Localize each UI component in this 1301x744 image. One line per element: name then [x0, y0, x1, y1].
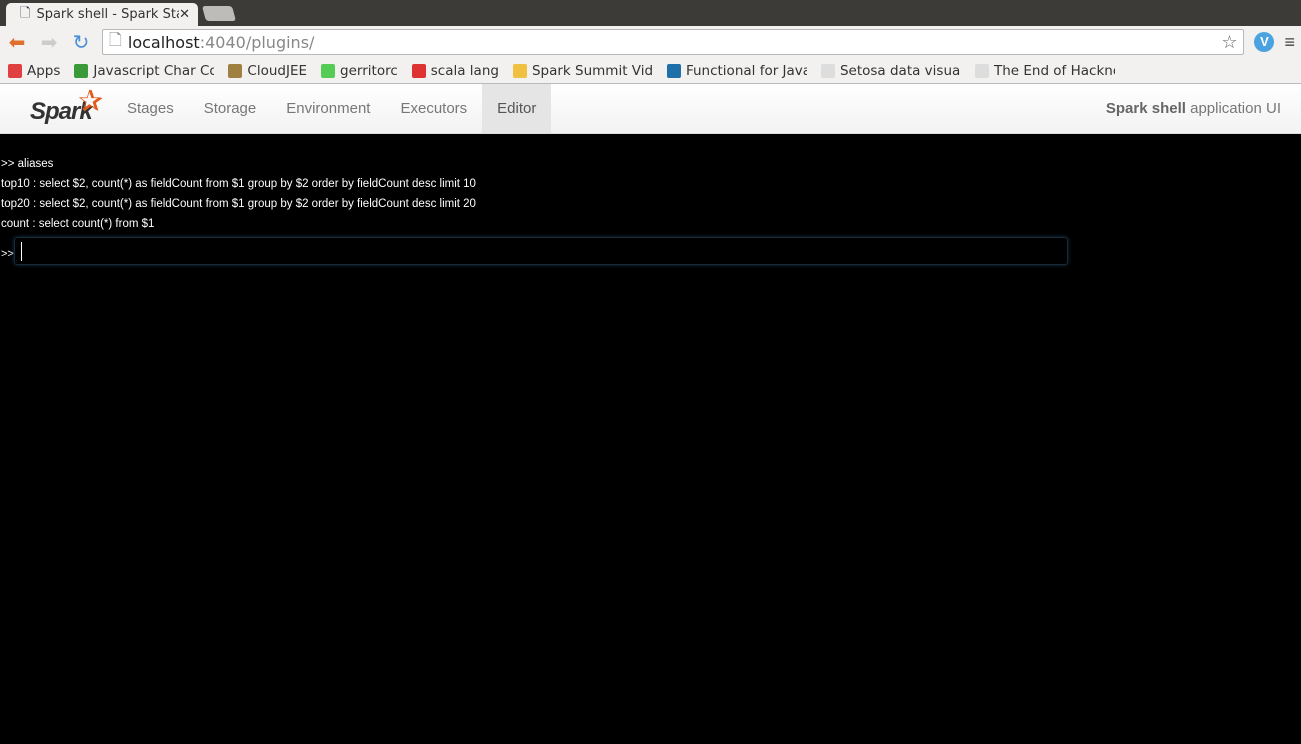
nav-tab-environment[interactable]: Environment	[271, 84, 385, 133]
bookmark-favicon-icon	[411, 63, 426, 78]
browser-tab[interactable]: 🗋 Spark shell - Spark Stages ✕	[6, 3, 198, 26]
bookmark-favicon-icon	[512, 63, 527, 78]
browser-toolbar: ⬅ ➡ ↻ 🗋 localhost:4040/plugins/ ☆ V ≡	[0, 26, 1301, 58]
bookmark-favicon-icon	[228, 63, 243, 78]
bookmark-favicon-icon	[974, 63, 989, 78]
bookmark-item[interactable]: Setosa data visuali	[820, 63, 961, 79]
bookmark-item[interactable]: scala lang	[411, 63, 499, 79]
nav-tab-editor[interactable]: Editor	[482, 84, 552, 133]
spark-logo[interactable]: Spark ✰	[0, 84, 112, 133]
nav-tab-storage[interactable]: Storage	[189, 84, 272, 133]
bookmarks-bar: Apps Javascript Char Co CloudJEE gerritorc s…	[0, 58, 1301, 84]
nav-tab-executors[interactable]: Executors	[385, 84, 482, 133]
page-icon: 🗋	[20, 5, 31, 21]
nav-tab-stages[interactable]: Stages	[112, 84, 189, 133]
bookmark-item[interactable]: Apps	[8, 63, 60, 79]
back-icon[interactable]: ⬅	[6, 30, 28, 55]
url-host: localhost	[127, 32, 200, 52]
console-output-line: count : select count(*) from $1	[1, 218, 155, 230]
new-tab-button[interactable]	[201, 6, 237, 21]
console-output-line: top10 : select $2, count(*) as fieldCoun…	[1, 178, 476, 190]
url-path: :4040/plugins/	[199, 32, 315, 52]
browser-titlebar: 🗋 Spark shell - Spark Stages ✕	[0, 0, 1301, 26]
close-icon[interactable]: ✕	[179, 7, 190, 22]
app-title: Spark shell application UI	[1105, 100, 1281, 117]
bookmark-favicon-icon	[820, 63, 835, 78]
console-output-line: top20 : select $2, count(*) as fieldCoun…	[1, 198, 476, 210]
bookmark-item[interactable]: Spark Summit Vide	[512, 63, 653, 79]
console-output-line: >> aliases	[1, 158, 54, 170]
bookmark-favicon-icon	[666, 63, 681, 78]
spark-navbar: Spark ✰ Stages Storage Environment Executor…	[0, 84, 1301, 134]
bookmark-item[interactable]: The End of Hackno	[974, 63, 1115, 79]
bookmark-favicon-icon	[321, 63, 336, 78]
bookmark-favicon-icon	[8, 63, 22, 78]
forward-icon[interactable]: ➡	[38, 30, 60, 55]
bookmark-item[interactable]: gerritorc	[321, 63, 398, 79]
console: >> aliases top10 : select $2, count(*) as…	[0, 134, 1301, 266]
star-icon: ✰	[78, 85, 104, 118]
bookmark-favicon-icon	[74, 63, 89, 78]
text-caret	[21, 242, 22, 261]
command-input[interactable]	[14, 237, 1068, 265]
bookmark-item[interactable]: CloudJEE	[228, 63, 307, 79]
prompt: >>	[1, 248, 14, 260]
tab-title: Spark shell - Spark Stages	[36, 7, 179, 22]
page-icon: 🗋	[109, 29, 122, 49]
menu-icon[interactable]: ≡	[1284, 32, 1295, 53]
bookmark-item[interactable]: Javascript Char Co	[74, 63, 214, 79]
bookmark-star-icon[interactable]: ☆	[1221, 32, 1237, 53]
address-bar[interactable]: 🗋 localhost:4040/plugins/ ☆	[102, 29, 1245, 55]
extension-icon[interactable]: V	[1254, 32, 1275, 52]
reload-icon[interactable]: ↻	[70, 30, 92, 55]
bookmark-item[interactable]: Functional for Java	[666, 63, 807, 79]
